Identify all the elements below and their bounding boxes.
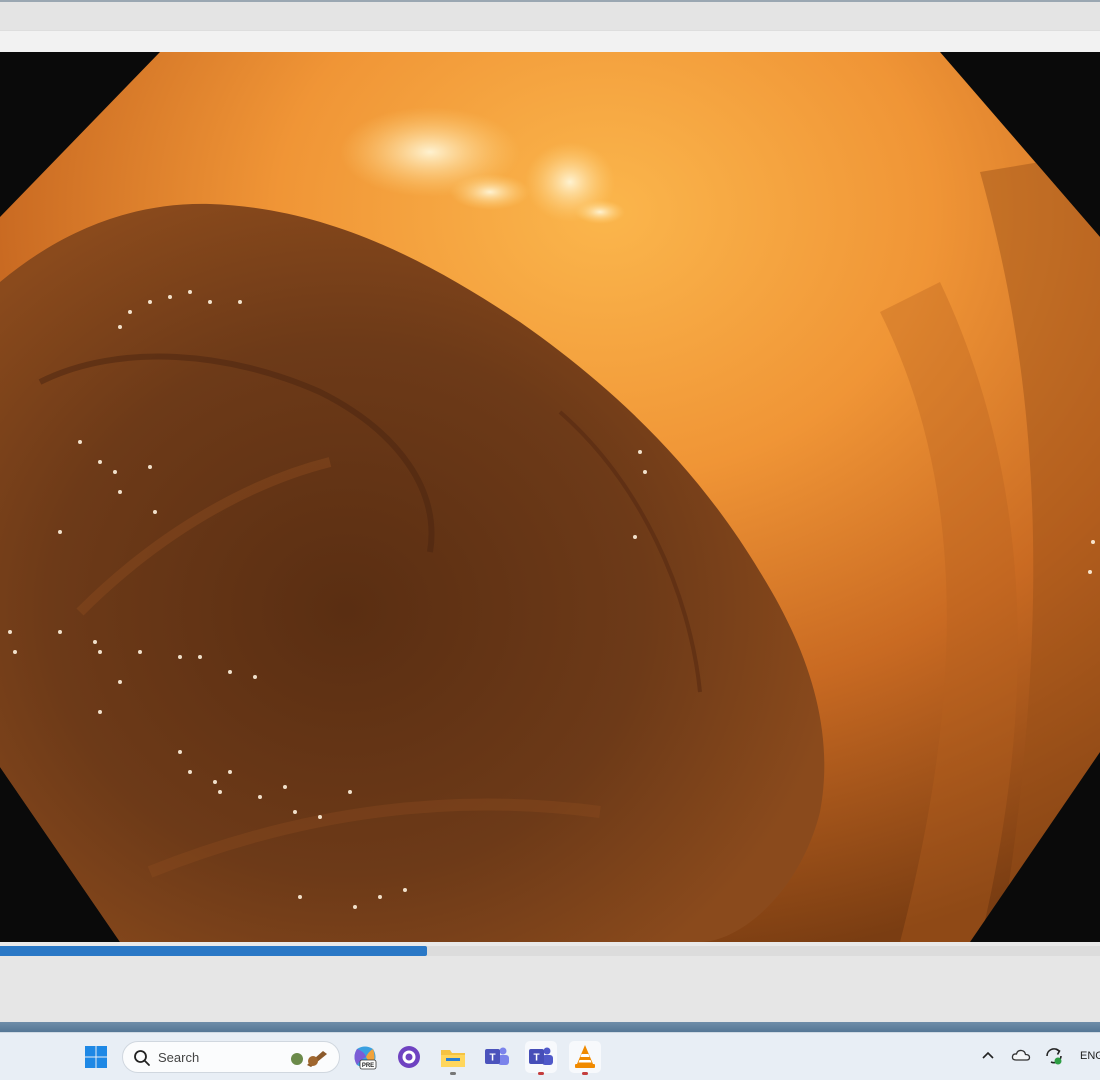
window-menu-bar <box>0 30 1100 53</box>
desktop-background-strip <box>0 1022 1100 1032</box>
endoscopy-frame <box>0 52 1100 942</box>
chevron-up-icon[interactable] <box>980 1047 996 1063</box>
seek-bar[interactable] <box>0 946 1100 956</box>
window-title-bar <box>0 0 1100 30</box>
seek-bar-progress <box>0 946 427 956</box>
onedrive-cloud-icon[interactable] <box>1011 1046 1031 1064</box>
search-icon <box>134 1050 150 1066</box>
copilot-preview-icon[interactable]: PRE <box>349 1041 381 1073</box>
copilot-badge-label: PRE <box>362 1063 374 1069</box>
file-explorer-icon[interactable] <box>437 1041 469 1075</box>
video-viewport[interactable] <box>0 52 1100 942</box>
player-controls-area <box>0 956 1100 1022</box>
running-indicator <box>582 1072 588 1075</box>
windows-start-icon[interactable] <box>80 1041 112 1073</box>
search-highlight-icon <box>291 1051 327 1067</box>
search-placeholder: Search <box>158 1050 200 1065</box>
language-indicator[interactable]: ENG <box>1080 1050 1100 1062</box>
running-indicator <box>450 1072 456 1075</box>
taskbar-search-box[interactable]: Search <box>122 1041 340 1073</box>
vlc-icon[interactable] <box>569 1041 601 1075</box>
sync-icon[interactable] <box>1043 1045 1065 1067</box>
svg-text:T: T <box>533 1053 539 1064</box>
teams-work-icon[interactable]: T <box>525 1041 557 1075</box>
running-indicator <box>538 1072 544 1075</box>
teams-icon[interactable]: T <box>481 1041 513 1073</box>
github-desktop-icon[interactable] <box>393 1041 425 1073</box>
taskbar: Search PRE T T ENG <box>0 1032 1100 1080</box>
svg-text:T: T <box>489 1053 495 1064</box>
